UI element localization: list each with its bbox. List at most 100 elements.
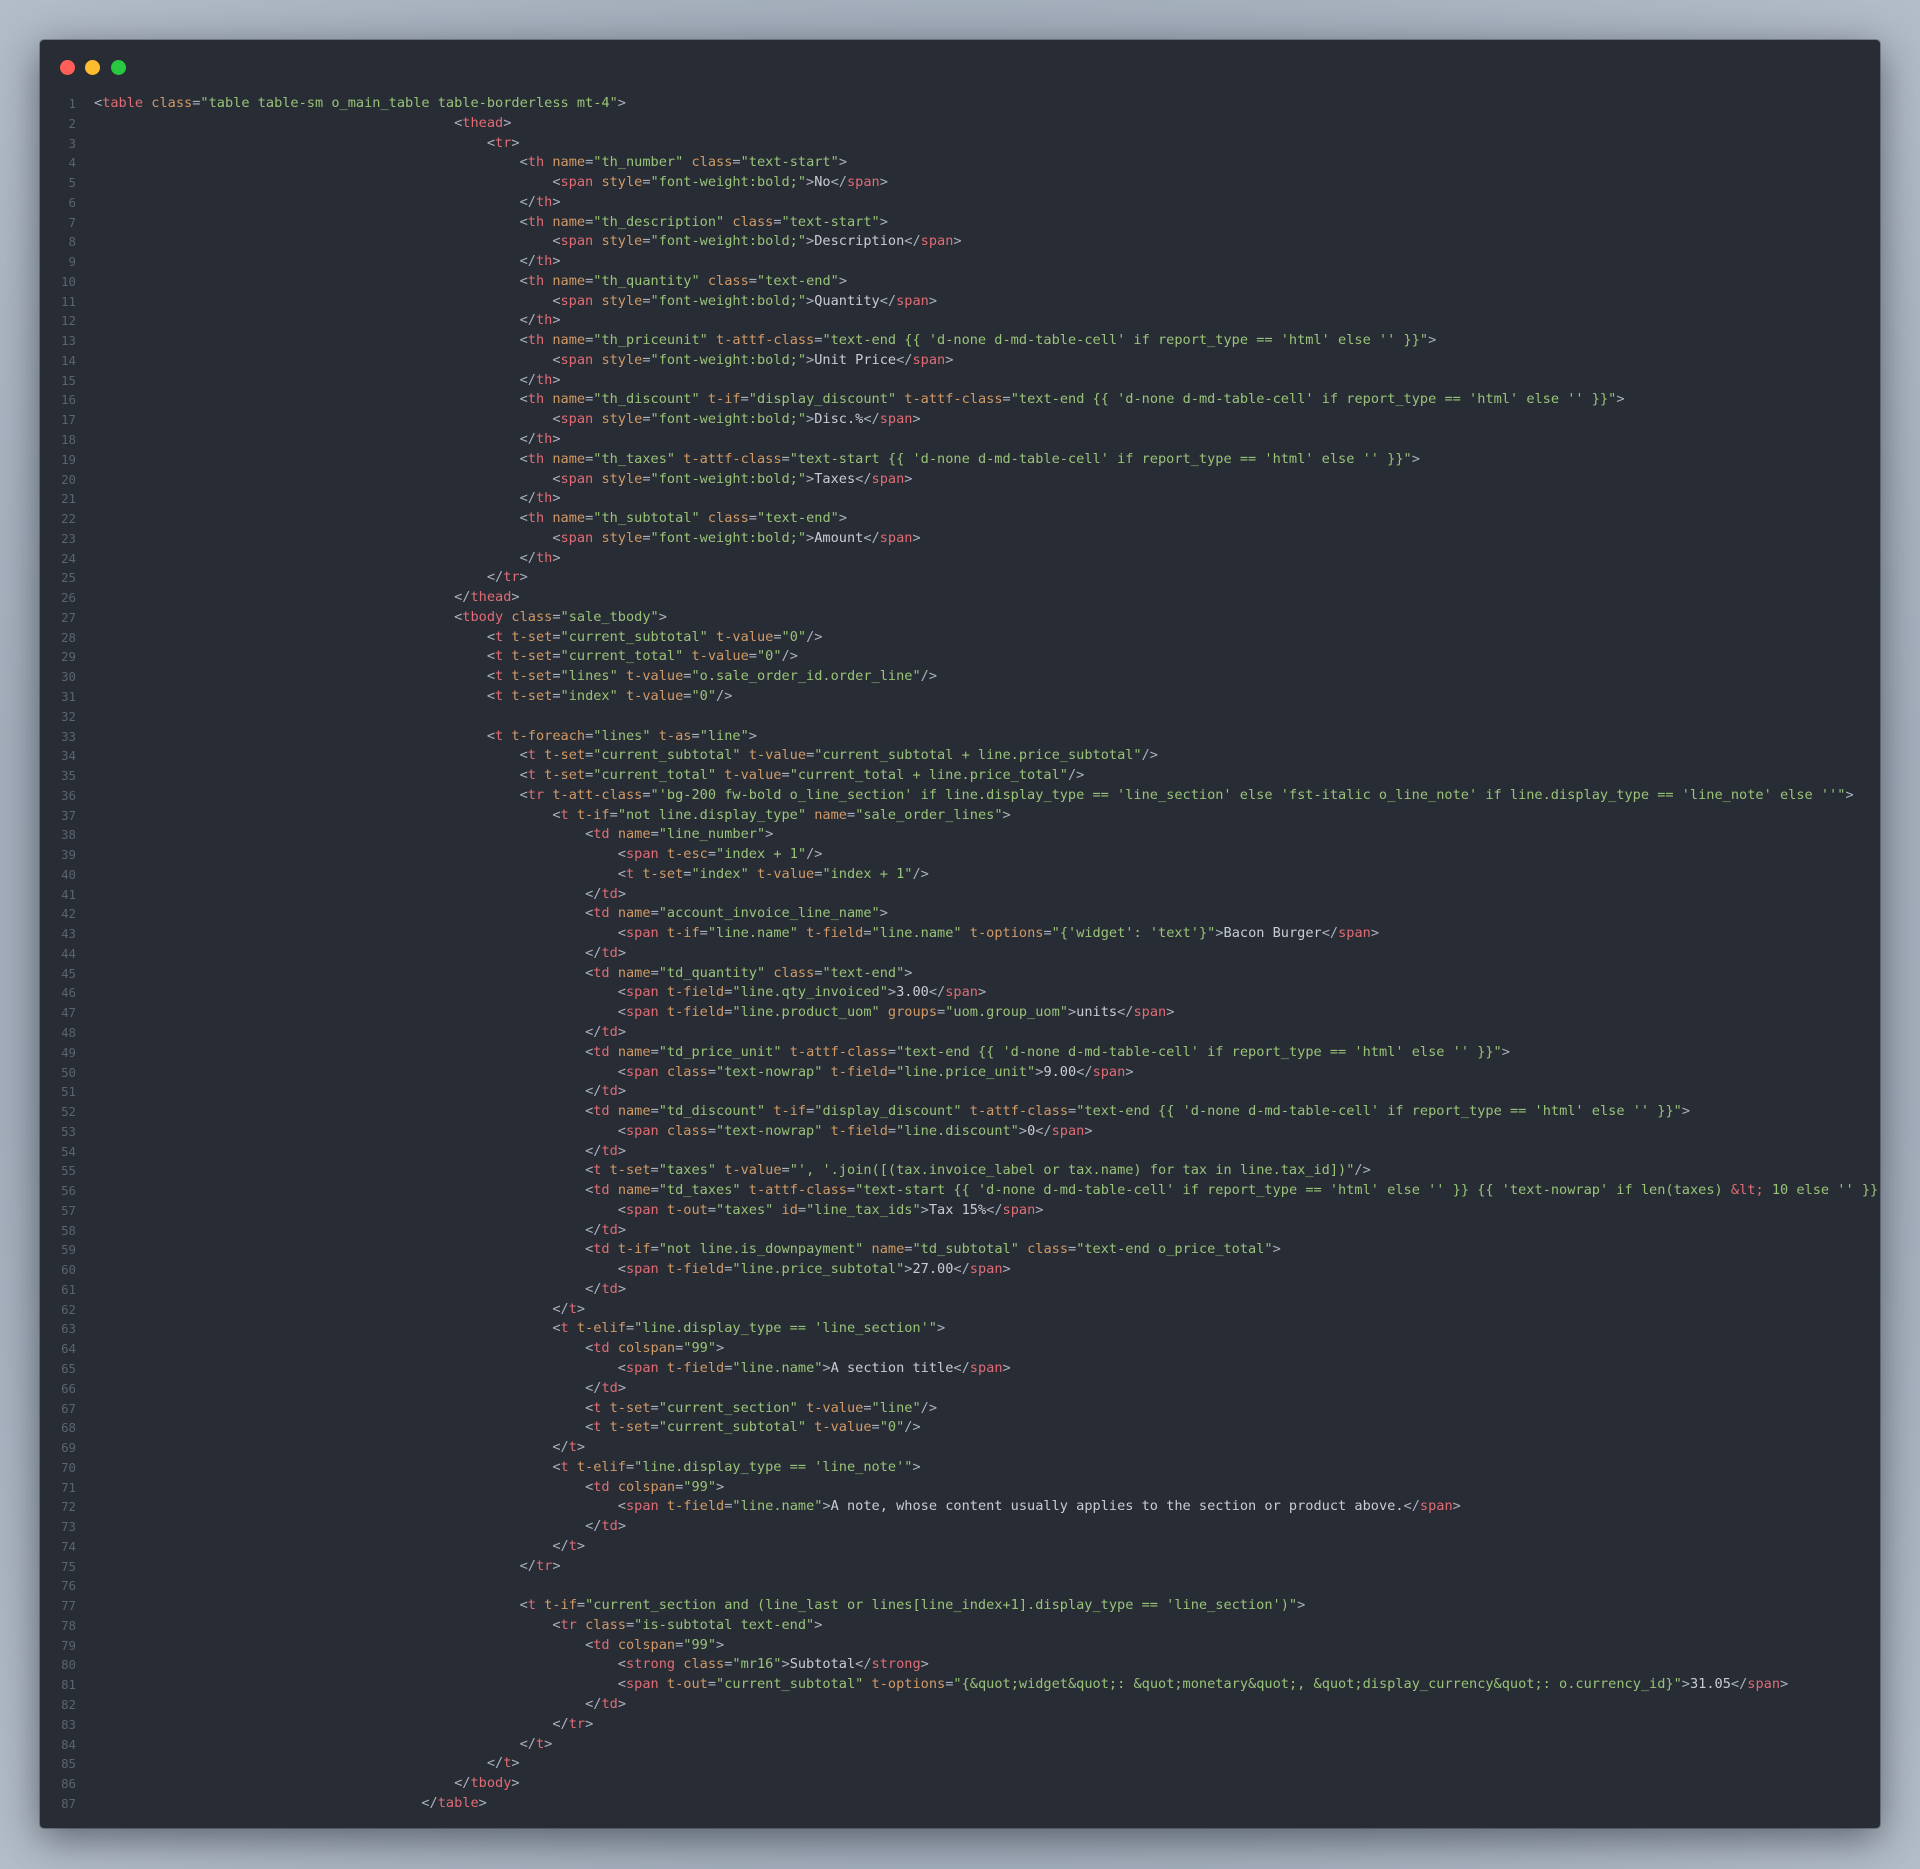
code-line[interactable]: 6 </th>: [40, 193, 1880, 213]
attribute-token: t-if: [617, 1241, 651, 1258]
code-line[interactable]: 5 <span style="font-weight:bold;">No</sp…: [40, 173, 1880, 193]
code-line[interactable]: 9 </th>: [40, 252, 1880, 272]
code-line[interactable]: 7 <th name="th_description" class="text-…: [40, 213, 1880, 233]
code-line[interactable]: 58 </td>: [40, 1221, 1880, 1241]
code-line[interactable]: 29 <t t-set="current_total" t-value="0"/…: [40, 647, 1880, 667]
code-line[interactable]: 69 </t>: [40, 1438, 1880, 1458]
tag-token: span: [560, 529, 594, 546]
code-line[interactable]: 56 <td name="td_taxes" t-attf-class="tex…: [40, 1181, 1880, 1201]
code-line[interactable]: 36 <tr t-att-class="'bg-200 fw-bold o_li…: [40, 786, 1880, 806]
code-line[interactable]: 24 </th>: [40, 549, 1880, 569]
maximize-window-button[interactable]: [111, 60, 126, 75]
code-line[interactable]: 34 <t t-set="current_subtotal" t-value="…: [40, 746, 1880, 766]
code-line[interactable]: 85 </t>: [40, 1754, 1880, 1774]
code-line[interactable]: 84 </t>: [40, 1735, 1880, 1755]
punctuation-token: =: [552, 687, 561, 704]
code-line[interactable]: 54 </td>: [40, 1142, 1880, 1162]
code-line[interactable]: 35 <t t-set="current_total" t-value="cur…: [40, 766, 1880, 786]
code-line[interactable]: 19 <th name="th_taxes" t-attf-class="tex…: [40, 450, 1880, 470]
minimize-window-button[interactable]: [85, 60, 100, 75]
code-line[interactable]: 66 </td>: [40, 1379, 1880, 1399]
code-line[interactable]: 81 <span t-out="current_subtotal" t-opti…: [40, 1675, 1880, 1695]
code-line[interactable]: 75 </tr>: [40, 1557, 1880, 1577]
punctuation-token: [610, 1044, 618, 1060]
code-line[interactable]: 2 <thead>: [40, 114, 1880, 134]
code-line[interactable]: 1 <table class="table table-sm o_main_tab…: [40, 94, 1880, 114]
code-line[interactable]: 80 <strong class="mr16">Subtotal</strong…: [40, 1655, 1880, 1675]
code-line[interactable]: 15 </th>: [40, 371, 1880, 391]
code-line[interactable]: 33 <t t-foreach="lines" t-as="line">: [40, 727, 1880, 747]
code-line[interactable]: 4 <th name="th_number" class="text-start…: [40, 153, 1880, 173]
code-line[interactable]: 25 </tr>: [40, 568, 1880, 588]
code-line[interactable]: 72 <span t-field="line.name">A note, who…: [40, 1497, 1880, 1517]
code-line[interactable]: 43 <span t-if="line.name" t-field="line.…: [40, 924, 1880, 944]
punctuation-token: <: [617, 1676, 626, 1693]
code-line[interactable]: 53 <span class="text-nowrap" t-field="li…: [40, 1122, 1880, 1142]
code-editor[interactable]: 1 <table class="table table-sm o_main_tab…: [40, 94, 1880, 1814]
code-line[interactable]: 26 </thead>: [40, 588, 1880, 608]
code-line[interactable]: 65 <span t-field="line.name">A section t…: [40, 1359, 1880, 1379]
code-line[interactable]: 27 <tbody class="sale_tbody">: [40, 608, 1880, 628]
code-line[interactable]: 62 </t>: [40, 1300, 1880, 1320]
code-line[interactable]: 74 </t>: [40, 1537, 1880, 1557]
code-line[interactable]: 52 <td name="td_discount" t-if="display_…: [40, 1102, 1880, 1122]
code-line[interactable]: 8 <span style="font-weight:bold;">Descri…: [40, 232, 1880, 252]
tag-token: span: [879, 411, 913, 428]
code-line[interactable]: 87 </table>: [40, 1794, 1880, 1814]
code-line[interactable]: 50 <span class="text-nowrap" t-field="li…: [40, 1063, 1880, 1083]
code-line[interactable]: 37 <t t-if="not line.display_type" name=…: [40, 806, 1880, 826]
code-line[interactable]: 76: [40, 1576, 1880, 1596]
code-line[interactable]: 16 <th name="th_discount" t-if="display_…: [40, 390, 1880, 410]
tag-token: tr: [527, 786, 545, 803]
code-line[interactable]: 49 <td name="td_price_unit" t-attf-class…: [40, 1043, 1880, 1063]
code-line[interactable]: 83 </tr>: [40, 1715, 1880, 1735]
code-line[interactable]: 55 <t t-set="taxes" t-value="', '.join([…: [40, 1161, 1880, 1181]
code-line[interactable]: 59 <td t-if="not line.is_downpayment" na…: [40, 1240, 1880, 1260]
code-line[interactable]: 64 <td colspan="99">: [40, 1339, 1880, 1359]
code-line[interactable]: 38 <td name="line_number">: [40, 825, 1880, 845]
code-line[interactable]: 3 <tr>: [40, 134, 1880, 154]
code-line[interactable]: 51 </td>: [40, 1082, 1880, 1102]
code-line[interactable]: 40 <t t-set="index" t-value="index + 1"/…: [40, 865, 1880, 885]
code-line[interactable]: 77 <t t-if="current_section and (line_la…: [40, 1596, 1880, 1616]
code-line[interactable]: 68 <t t-set="current_subtotal" t-value="…: [40, 1418, 1880, 1438]
code-line[interactable]: 18 </th>: [40, 430, 1880, 450]
code-line[interactable]: 46 <span t-field="line.qty_invoiced">3.0…: [40, 983, 1880, 1003]
code-line[interactable]: 61 </td>: [40, 1280, 1880, 1300]
tag-token: t: [527, 767, 536, 784]
code-line[interactable]: 30 <t t-set="lines" t-value="o.sale_orde…: [40, 667, 1880, 687]
code-line[interactable]: 20 <span style="font-weight:bold;">Taxes…: [40, 470, 1880, 490]
close-window-button[interactable]: [60, 60, 75, 75]
code-line[interactable]: 67 <t t-set="current_section" t-value="l…: [40, 1399, 1880, 1419]
code-line[interactable]: 41 </td>: [40, 885, 1880, 905]
code-line[interactable]: 45 <td name="td_quantity" class="text-en…: [40, 964, 1880, 984]
code-line[interactable]: 86 </tbody>: [40, 1774, 1880, 1794]
code-line[interactable]: 13 <th name="th_priceunit" t-attf-class=…: [40, 331, 1880, 351]
code-line[interactable]: 78 <tr class="is-subtotal text-end">: [40, 1616, 1880, 1636]
code-line[interactable]: 10 <th name="th_quantity" class="text-en…: [40, 272, 1880, 292]
code-line[interactable]: 28 <t t-set="current_subtotal" t-value="…: [40, 628, 1880, 648]
code-line[interactable]: 17 <span style="font-weight:bold;">Disc.…: [40, 410, 1880, 430]
code-line[interactable]: 39 <span t-esc="index + 1"/>: [40, 845, 1880, 865]
code-line[interactable]: 73 </td>: [40, 1517, 1880, 1537]
code-line[interactable]: 47 <span t-field="line.product_uom" grou…: [40, 1003, 1880, 1023]
punctuation-token: [962, 1103, 970, 1119]
code-line[interactable]: 70 <t t-elif="line.display_type == 'line…: [40, 1458, 1880, 1478]
code-line[interactable]: 32: [40, 707, 1880, 727]
code-line[interactable]: 79 <td colspan="99">: [40, 1636, 1880, 1656]
code-line[interactable]: 71 <td colspan="99">: [40, 1478, 1880, 1498]
code-line[interactable]: 14 <span style="font-weight:bold;">Unit …: [40, 351, 1880, 371]
code-line[interactable]: 22 <th name="th_subtotal" class="text-en…: [40, 509, 1880, 529]
code-line[interactable]: 57 <span t-out="taxes" id="line_tax_ids"…: [40, 1201, 1880, 1221]
code-line[interactable]: 42 <td name="account_invoice_line_name">: [40, 904, 1880, 924]
code-line[interactable]: 44 </td>: [40, 944, 1880, 964]
code-line[interactable]: 12 </th>: [40, 311, 1880, 331]
code-line[interactable]: 63 <t t-elif="line.display_type == 'line…: [40, 1319, 1880, 1339]
code-line[interactable]: 21 </th>: [40, 489, 1880, 509]
code-line[interactable]: 82 </td>: [40, 1695, 1880, 1715]
code-line[interactable]: 23 <span style="font-weight:bold;">Amoun…: [40, 529, 1880, 549]
code-line[interactable]: 31 <t t-set="index" t-value="0"/>: [40, 687, 1880, 707]
code-line[interactable]: 11 <span style="font-weight:bold;">Quant…: [40, 292, 1880, 312]
code-line[interactable]: 60 <span t-field="line.price_subtotal">2…: [40, 1260, 1880, 1280]
code-line[interactable]: 48 </td>: [40, 1023, 1880, 1043]
